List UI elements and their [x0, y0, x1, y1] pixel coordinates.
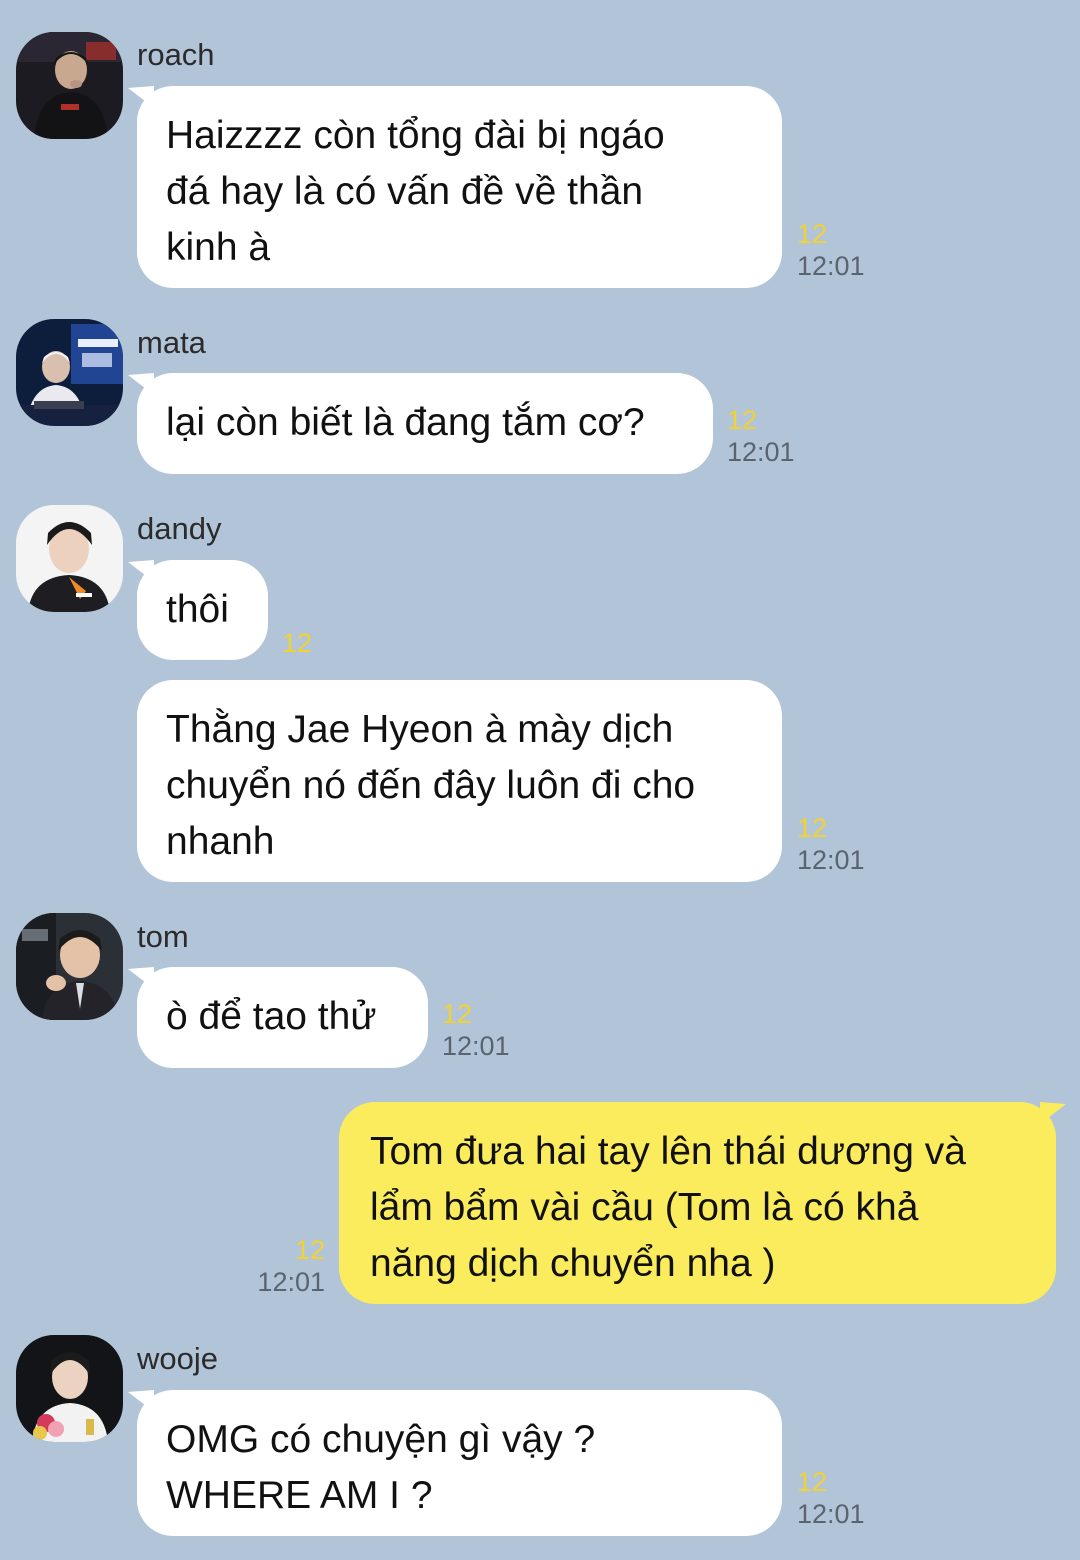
avatar-tom-image: [16, 913, 123, 1020]
message-text-line: OMG có chuyện gì vậy ?: [166, 1418, 596, 1461]
message-time: 12:01: [797, 1499, 865, 1529]
unread-count: 12: [797, 219, 828, 249]
message-meta: 12 12:01: [797, 1466, 865, 1530]
avatar-tom[interactable]: [16, 913, 123, 1020]
message-bubble[interactable]: Haizzzz còn tổng đài bị ngáo đá hay là c…: [137, 86, 782, 288]
message-text-line: nhanh: [166, 820, 275, 863]
avatar-mata-image: [16, 319, 123, 426]
message-meta: 12 12:01: [797, 218, 865, 282]
avatar-dandy-image: [16, 505, 123, 612]
bubble-tail: [1040, 1102, 1066, 1124]
message-text-line: chuyển nó đến đây luôn đi cho: [166, 764, 696, 807]
message-meta: 12 12:01: [727, 404, 795, 468]
avatar-roach-image: [16, 32, 123, 139]
message-text-line: ò để tao thử: [166, 995, 377, 1038]
message-text-line: Tom đưa hai tay lên thái dương và: [370, 1130, 966, 1173]
message-bubble[interactable]: thôi: [137, 560, 268, 660]
message-meta: 12: [282, 627, 312, 659]
message-bubble[interactable]: lại còn biết là đang tắm cơ?: [137, 373, 713, 474]
message-bubble[interactable]: Thằng Jae Hyeon à mày dịch chuyển nó đến…: [137, 680, 782, 882]
message-text-line: lẩm bẩm vài cầu (Tom là có khả: [370, 1186, 919, 1229]
message-text-line: thôi: [166, 588, 229, 631]
message-text-line: WHERE AM I ?: [166, 1474, 433, 1517]
avatar-mata[interactable]: [16, 319, 123, 426]
message-text-line: Haizzzz còn tổng đài bị ngáo: [166, 114, 665, 157]
unread-count: 12: [282, 628, 313, 658]
message-bubble[interactable]: OMG có chuyện gì vậy ? WHERE AM I ?: [137, 1390, 782, 1536]
unread-count: 12: [294, 1235, 325, 1265]
message-time: 12:01: [797, 845, 865, 875]
avatar-dandy[interactable]: [16, 505, 123, 612]
avatar-roach[interactable]: [16, 32, 123, 139]
unread-count: 12: [797, 1467, 828, 1497]
unread-count: 12: [797, 813, 828, 843]
unread-count: 12: [442, 999, 473, 1029]
message-bubble[interactable]: Tom đưa hai tay lên thái dương và lẩm bẩ…: [339, 1102, 1056, 1304]
sender-name: tom: [137, 919, 189, 954]
message-time: 12:01: [797, 251, 865, 281]
message-time: 12:01: [257, 1267, 325, 1297]
message-text-line: đá hay là có vấn đề về thần: [166, 170, 644, 213]
sender-name: roach: [137, 37, 215, 72]
avatar-wooje-image: [16, 1335, 123, 1442]
message-bubble[interactable]: ò để tao thử: [137, 967, 428, 1068]
message-text-line: lại còn biết là đang tắm cơ?: [166, 401, 645, 444]
message-meta: 12 12:01: [240, 1234, 325, 1298]
message-meta: 12 12:01: [797, 812, 865, 876]
sender-name: dandy: [137, 511, 222, 546]
sender-name: wooje: [137, 1341, 218, 1376]
message-time: 12:01: [727, 437, 795, 467]
message-time: 12:01: [442, 1031, 510, 1061]
unread-count: 12: [727, 405, 758, 435]
message-text-line: Thằng Jae Hyeon à mày dịch: [166, 708, 674, 751]
avatar-wooje[interactable]: [16, 1335, 123, 1442]
message-meta: 12 12:01: [442, 998, 510, 1062]
sender-name: mata: [137, 325, 206, 360]
message-text-line: kinh à: [166, 226, 271, 269]
message-text-line: năng dịch chuyển nha ): [370, 1242, 776, 1285]
